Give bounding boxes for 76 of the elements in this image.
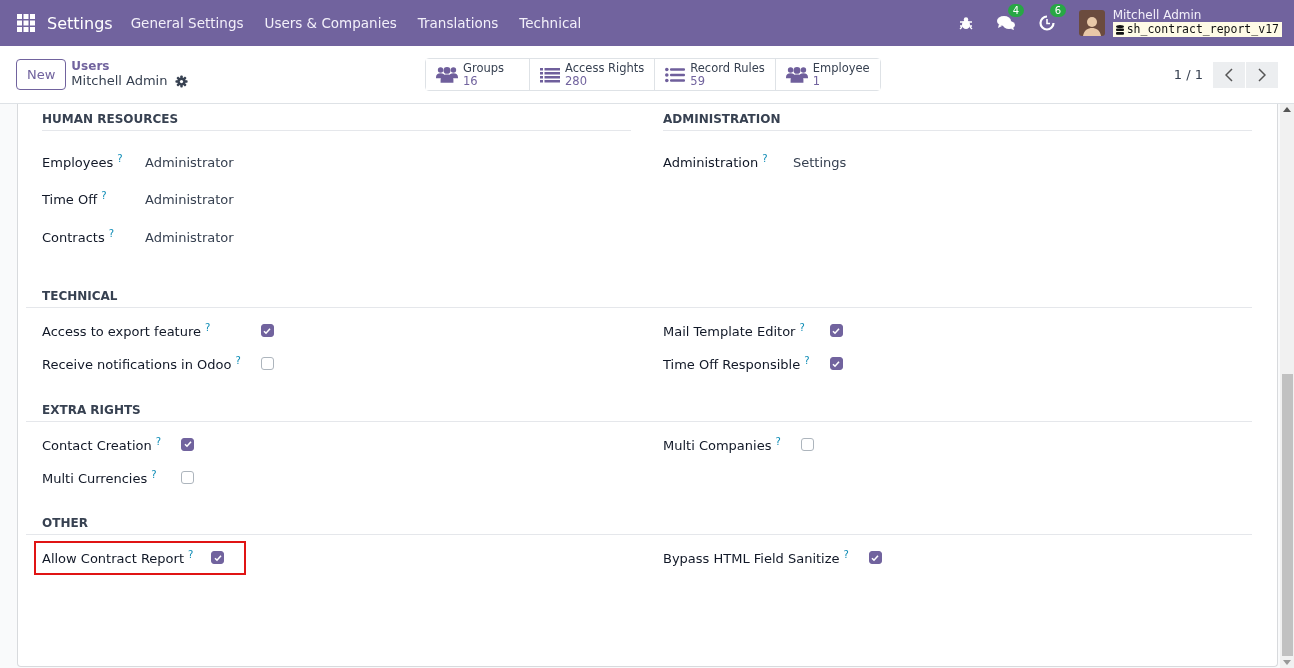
checkbox[interactable] (800, 437, 814, 451)
select-field[interactable]: Administrator (145, 153, 631, 170)
record-name: Mitchell Admin (71, 73, 168, 89)
smart-button[interactable]: Groups 16 (426, 59, 530, 90)
checkbox[interactable] (211, 551, 225, 565)
menu-item[interactable]: Users & Companies (264, 15, 397, 31)
select-field[interactable]: Administrator (145, 227, 631, 245)
user-avatar[interactable] (1078, 10, 1105, 36)
database-label: sh_contract_report_v17 (1126, 23, 1279, 36)
checkbox[interactable] (829, 357, 843, 371)
breadcrumb-link[interactable]: Users (71, 60, 189, 74)
help-tooltip[interactable]: ? (117, 153, 123, 164)
menu-item[interactable]: Translations (417, 15, 499, 31)
chevron-left-icon (1225, 67, 1233, 82)
app-title[interactable]: Settings (47, 13, 113, 33)
users-icon (436, 66, 458, 83)
field-label: Multi Companies (663, 437, 772, 453)
field-label: Employees (42, 155, 114, 171)
field-label: Allow Contract Report (42, 551, 184, 567)
next-button[interactable] (1246, 61, 1278, 88)
help-tooltip[interactable]: ? (108, 227, 114, 239)
section-heading: OTHER (26, 512, 1252, 536)
chat-icon[interactable] (996, 15, 1015, 31)
bug-icon[interactable] (958, 16, 973, 30)
field-label: Access to export feature (42, 324, 201, 340)
database-icon (1115, 24, 1124, 35)
field-label: Mail Template Editor (663, 324, 796, 340)
clock-icon[interactable] (1038, 15, 1055, 31)
chevron-right-icon (1258, 67, 1266, 82)
help-tooltip[interactable]: ? (235, 355, 241, 367)
select-field[interactable]: Administrator (145, 190, 631, 208)
field-label: Time Off (42, 192, 98, 208)
checkbox[interactable] (260, 324, 274, 338)
app-grid-icon[interactable] (17, 14, 35, 32)
scrollbar[interactable] (1280, 104, 1294, 668)
help-tooltip[interactable]: ? (775, 435, 781, 447)
section-heading: EXTRA RIGHTS (26, 398, 1252, 422)
checkbox[interactable] (868, 551, 882, 565)
new-button[interactable]: New (16, 59, 67, 90)
field-label: Contact Creation (42, 437, 152, 453)
checkbox[interactable] (181, 437, 195, 451)
field-label: Receive notifications in Odoo (42, 357, 232, 373)
section-heading: TECHNICAL (26, 285, 1252, 308)
field-label: Time Off Responsible (663, 357, 801, 373)
help-tooltip[interactable]: ? (155, 435, 162, 447)
count-badge: 4 (1007, 4, 1025, 17)
help-tooltip[interactable]: ? (762, 153, 768, 164)
field-label: Multi Currencies (42, 471, 148, 487)
help-tooltip[interactable]: ? (205, 322, 211, 333)
help-tooltip[interactable]: ? (101, 190, 107, 202)
pager-counter[interactable]: 1 / 1 (1173, 67, 1203, 82)
help-tooltip[interactable]: ? (804, 355, 810, 367)
settings-icon[interactable] (175, 74, 189, 88)
users-icon (785, 66, 808, 83)
checkbox[interactable] (829, 324, 843, 338)
select-field[interactable]: Settings (793, 153, 1252, 170)
field-label: Contracts (42, 230, 105, 245)
section-heading: HUMAN RESOURCES (42, 108, 631, 131)
menu-item[interactable]: General Settings (130, 15, 244, 31)
help-tooltip[interactable]: ? (843, 549, 849, 561)
field-label: Bypass HTML Field Sanitize (663, 551, 840, 567)
help-tooltip[interactable]: ? (799, 322, 805, 333)
list-icon (665, 66, 686, 83)
help-tooltip[interactable]: ? (188, 549, 194, 561)
help-tooltip[interactable]: ? (151, 468, 157, 480)
previous-button[interactable] (1213, 61, 1245, 88)
section-heading: ADMINISTRATION (663, 108, 1252, 131)
menu-item[interactable]: Technical (519, 15, 582, 31)
checkbox[interactable] (260, 357, 274, 371)
field-label: Administration (663, 155, 759, 171)
list-icon (540, 66, 560, 83)
count-badge: 6 (1049, 4, 1067, 17)
scrollbar-thumb[interactable] (1281, 374, 1293, 656)
user-name[interactable]: Mitchell Admin (1112, 9, 1282, 23)
checkbox[interactable] (181, 471, 195, 485)
scroll-up-icon[interactable] (1283, 107, 1291, 112)
